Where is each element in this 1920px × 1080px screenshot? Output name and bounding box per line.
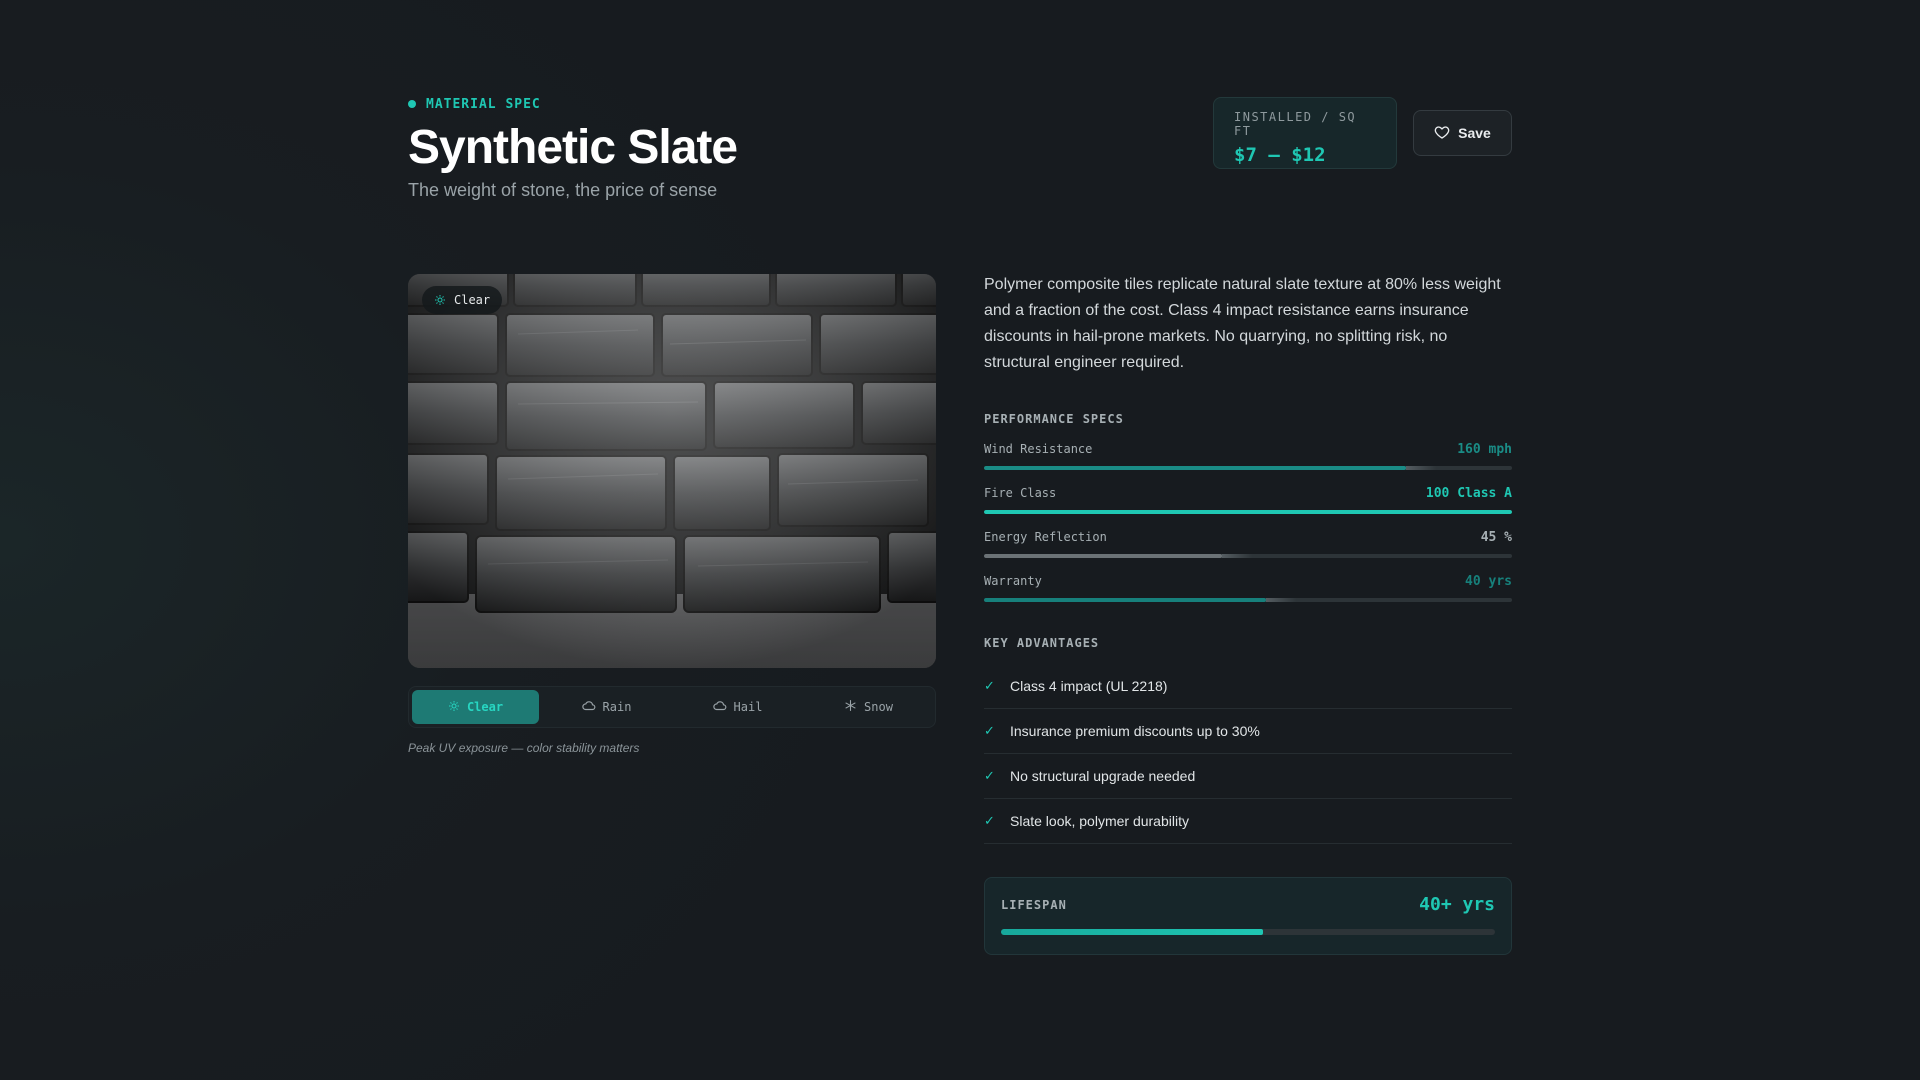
save-label: Save (1458, 125, 1491, 141)
advantage-label: No structural upgrade needed (1010, 768, 1196, 784)
spec-bar (984, 510, 1512, 514)
advantage-label: Slate look, polymer durability (1010, 813, 1189, 829)
spec-bar-glow (1266, 598, 1297, 602)
heart-icon (1434, 124, 1450, 143)
spec-row: Fire Class 100 Class A (984, 486, 1512, 514)
check-icon: ✓ (984, 813, 995, 828)
cloud-icon (581, 700, 596, 715)
specs-heading: PERFORMANCE SPECS (984, 412, 1124, 426)
spec-row: Energy Reflection 45 % (984, 530, 1512, 558)
spec-name: Wind Resistance (984, 442, 1093, 456)
spec-name: Warranty (984, 574, 1042, 588)
page-header: MATERIAL SPEC Synthetic Slate The weight… (408, 96, 1512, 216)
lifespan-value: 40+ yrs (1419, 894, 1495, 915)
weather-badge: Clear (422, 286, 503, 314)
spec-row: Warranty 40 yrs (984, 574, 1512, 602)
details-panel: Polymer composite tiles replicate natura… (984, 272, 1512, 955)
lifespan-card: LIFESPAN 40+ yrs (984, 877, 1512, 955)
check-icon: ✓ (984, 678, 995, 693)
spec-bar-fill (984, 598, 1267, 602)
spec-bar-glow (1406, 466, 1437, 470)
slate-texture (408, 274, 936, 668)
check-icon: ✓ (984, 768, 995, 783)
tab-label: Snow (864, 700, 893, 714)
spec-name: Energy Reflection (984, 530, 1107, 544)
tab-label: Hail (733, 700, 763, 714)
tab-hail[interactable]: Hail (674, 690, 801, 724)
sun-icon (434, 294, 446, 306)
check-icon: ✓ (984, 723, 995, 738)
list-item: ✓ Class 4 impact (UL 2218) (984, 664, 1512, 709)
snowflake-icon (844, 699, 857, 715)
list-item: ✓ Insurance premium discounts up to 30% (984, 709, 1512, 754)
status-dot (408, 100, 416, 108)
spec-value: 100 Class A (1425, 486, 1512, 501)
price-label: INSTALLED / SQ FT (1234, 110, 1357, 138)
spec-row: Wind Resistance 160 mph (984, 442, 1512, 470)
advantage-label: Class 4 impact (UL 2218) (1010, 678, 1168, 694)
save-button[interactable]: Save (1413, 110, 1512, 156)
material-image: Clear (408, 274, 936, 668)
spec-bar (984, 598, 1512, 602)
advantage-label: Insurance premium discounts up to 30% (1010, 723, 1260, 739)
spec-bar (984, 466, 1512, 470)
lifespan-bar-fill (1001, 929, 1263, 935)
advantages-list: ✓ Class 4 impact (UL 2218) ✓ Insurance p… (984, 664, 1512, 844)
image-caption: Peak UV exposure — color stability matte… (408, 741, 640, 755)
lifespan-label: LIFESPAN (1001, 897, 1067, 912)
spec-bar (984, 554, 1512, 558)
tab-snow[interactable]: Snow (805, 690, 932, 724)
price-value: $7 – $12 (1234, 144, 1326, 166)
spec-value: 160 mph (1457, 442, 1512, 457)
list-item: ✓ No structural upgrade needed (984, 754, 1512, 799)
weather-tabs: Clear Rain Hail Snow (408, 686, 936, 728)
lifespan-bar (1001, 929, 1495, 935)
advantages-heading: KEY ADVANTAGES (984, 636, 1100, 650)
description: Polymer composite tiles replicate natura… (984, 276, 1501, 371)
eyebrow-label: MATERIAL SPEC (426, 96, 541, 112)
tab-label: Clear (466, 700, 504, 714)
weather-badge-label: Clear (454, 293, 491, 307)
spec-value: 40 yrs (1465, 574, 1512, 589)
tab-clear[interactable]: Clear (412, 690, 539, 724)
specs-list: Wind Resistance 160 mph Fire Class 100 C… (984, 442, 1512, 602)
page-subtitle: The weight of stone, the price of sense (408, 180, 718, 200)
tab-rain[interactable]: Rain (543, 690, 670, 724)
sun-icon (448, 700, 460, 715)
spec-name: Fire Class (984, 486, 1057, 500)
spec-bar-fill (984, 510, 1512, 514)
list-item: ✓ Slate look, polymer durability (984, 799, 1512, 844)
cloud-icon (712, 700, 727, 715)
spec-bar-fill (984, 554, 1222, 558)
spec-bar-fill (984, 466, 1407, 470)
tab-label: Rain (602, 700, 632, 714)
spec-bar-glow (1221, 554, 1252, 558)
price-box: INSTALLED / SQ FT $7 – $12 (1213, 97, 1397, 169)
spec-value: 45 % (1480, 530, 1512, 545)
